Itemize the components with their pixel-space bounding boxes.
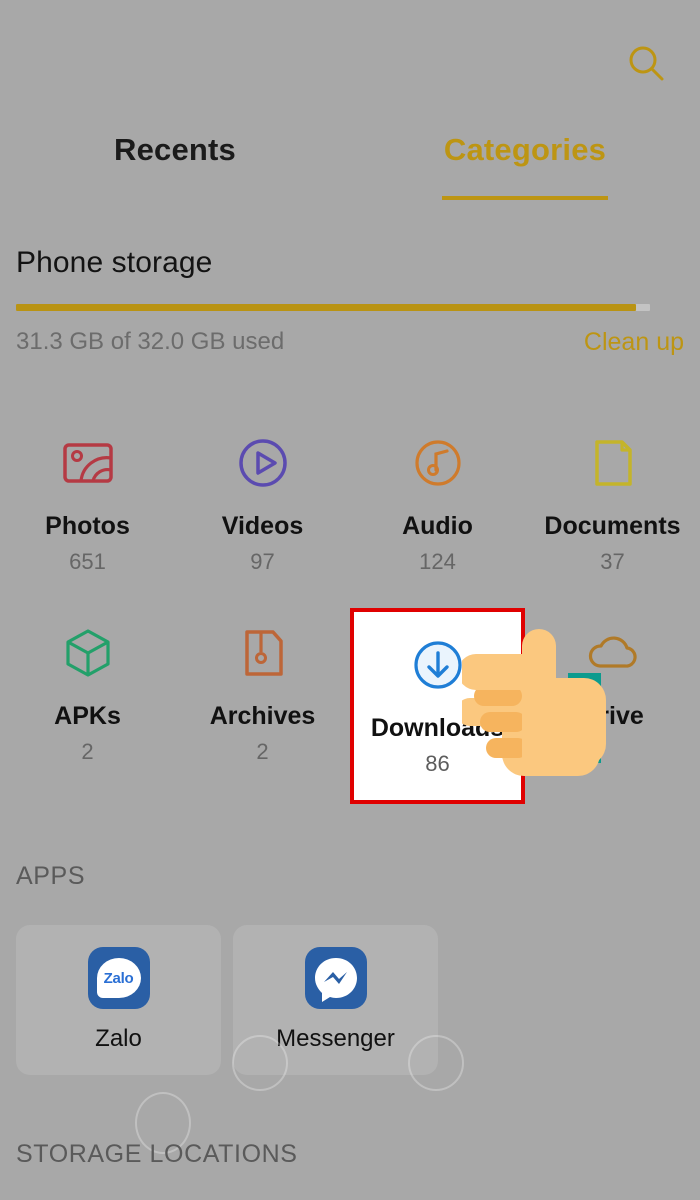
category-row-1: Photos 651 Videos 97 Audio 124 Documents…: [0, 418, 700, 593]
category-count: 124: [419, 549, 456, 574]
documents-icon: [582, 432, 644, 494]
category-count: 86: [425, 751, 450, 776]
search-button[interactable]: [620, 38, 672, 90]
storage-title: Phone storage: [16, 246, 213, 279]
storage-location-ring: [232, 1035, 288, 1091]
category-label: APKs: [54, 702, 121, 730]
zalo-bubble: Zalo: [96, 958, 141, 998]
storage-locations-header: STORAGE LOCATIONS: [16, 1140, 298, 1168]
tab-bar: Recents Categories: [0, 118, 700, 208]
tab-recents[interactable]: Recents: [0, 118, 350, 208]
category-videos[interactable]: Videos 97: [175, 418, 350, 593]
app-label: Zalo: [95, 1025, 142, 1052]
tab-recents-label: Recents: [113, 132, 236, 167]
category-apks[interactable]: APKs 2: [0, 608, 175, 783]
storage-progress-fill: [16, 304, 637, 311]
category-label: Audio: [402, 512, 473, 540]
category-audio[interactable]: Audio 124: [350, 418, 525, 593]
category-label: Archives: [209, 702, 316, 730]
top-bar: [0, 0, 700, 110]
app-label: Messenger: [276, 1025, 395, 1052]
apks-icon: [57, 622, 119, 684]
category-archives[interactable]: Archives 2: [175, 608, 350, 783]
app-card-zalo[interactable]: Zalo Zalo: [16, 925, 221, 1075]
category-documents[interactable]: Documents 37: [525, 418, 700, 593]
downloads-icon: [407, 634, 469, 696]
photos-icon: [57, 432, 119, 494]
apps-section-header: APPS: [16, 862, 86, 890]
zalo-icon: Zalo: [87, 947, 150, 1009]
tab-categories[interactable]: Categories: [350, 118, 700, 208]
pointing-hand-cursor: [456, 608, 632, 788]
storage-location-ring: [408, 1035, 464, 1091]
tab-categories-label: Categories: [443, 132, 607, 167]
category-count: 2: [256, 739, 269, 764]
tab-active-underline: [442, 196, 608, 200]
zalo-icon-text: Zalo: [103, 969, 134, 987]
category-count: 37: [600, 549, 625, 574]
apps-row: Zalo Zalo Messenger: [16, 925, 438, 1075]
category-photos[interactable]: Photos 651: [0, 418, 175, 593]
videos-icon: [232, 432, 294, 494]
category-count: 2: [81, 739, 94, 764]
category-label: Documents: [544, 512, 681, 540]
category-label: Photos: [45, 512, 130, 540]
storage-used-text: 31.3 GB of 32.0 GB used: [16, 328, 285, 355]
category-label: Videos: [221, 512, 304, 540]
storage-progress-track: [16, 304, 650, 311]
file-manager-screen: Recents Categories Phone storage 31.3 GB…: [0, 0, 700, 1200]
archives-icon: [232, 622, 294, 684]
audio-icon: [407, 432, 469, 494]
category-count: 651: [69, 549, 106, 574]
clean-up-button[interactable]: Clean up: [584, 328, 684, 357]
messenger-icon: [304, 947, 367, 1009]
category-count: 97: [250, 549, 275, 574]
search-icon: [629, 46, 664, 81]
